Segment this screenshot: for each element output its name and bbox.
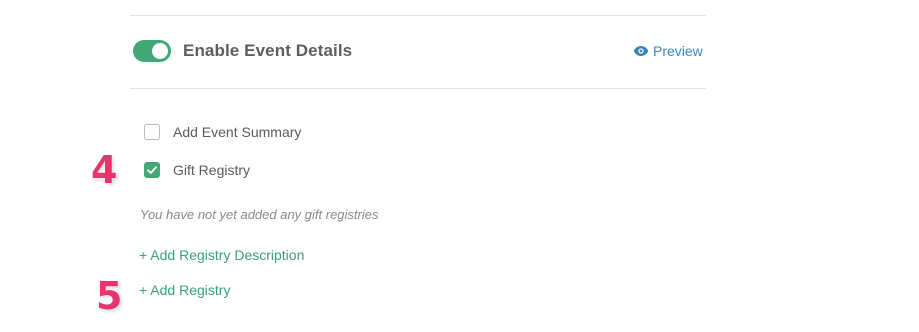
option-gift-registry[interactable]: Gift Registry [144,162,250,178]
option-add-event-summary[interactable]: Add Event Summary [144,124,301,140]
enable-event-details-toggle[interactable] [133,40,171,62]
toggle-knob [152,43,168,59]
section-title: Enable Event Details [183,41,353,60]
step-4-annotation: 4 [91,148,118,192]
option-label: Add Event Summary [173,124,302,140]
add-event-summary-checkbox[interactable] [144,124,160,140]
top-divider [130,15,706,16]
header-divider [130,88,706,89]
preview-label: Preview [653,43,703,59]
event-details-panel: Enable Event Details Preview Add Event S… [0,0,919,332]
preview-link[interactable]: Preview [633,43,703,59]
gift-registry-checkbox[interactable] [144,162,160,178]
add-registry-link[interactable]: + Add Registry [139,282,230,298]
checkmark-icon [147,166,157,174]
registry-empty-message: You have not yet added any gift registri… [140,207,379,222]
step-5-annotation: 5 [96,274,123,318]
option-label: Gift Registry [173,162,251,178]
add-registry-description-link[interactable]: + Add Registry Description [139,247,304,263]
eye-icon [633,46,649,56]
